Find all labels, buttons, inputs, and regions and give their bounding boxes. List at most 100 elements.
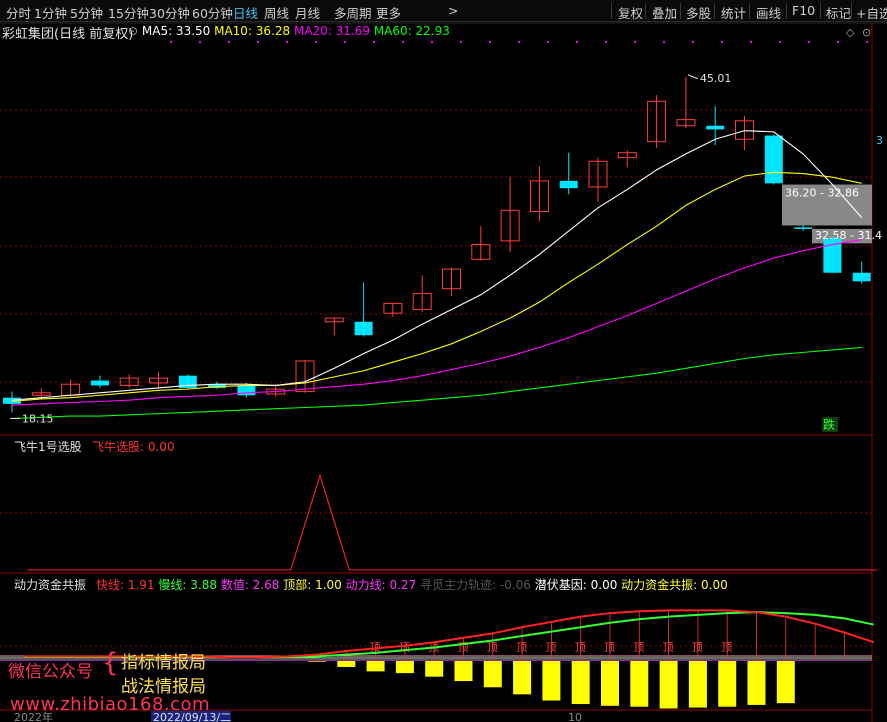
period-tab-8[interactable]: 月线 [295, 3, 320, 22]
right-price-label: 3 [876, 134, 883, 147]
dongli-bar [425, 661, 444, 677]
gap-label-2: 32.58 - 31.4 [815, 229, 882, 242]
period-tab-7[interactable]: 周线 [264, 3, 289, 22]
toolbar-separator [820, 3, 821, 19]
wechat-label: 微信公众号 [8, 662, 93, 682]
tool-button-7[interactable]: +自选 [856, 3, 887, 22]
top-marker-dot [779, 41, 781, 43]
top-marker-label: 顶 [721, 641, 732, 654]
top-marker-dot [402, 41, 404, 43]
period-tab-3[interactable]: 15分钟 [108, 3, 149, 22]
chart-area: ◇ ⊙ 45.01 18.15 36.20 - 32.86 32.58 - 31.4 跌 3 顶… [0, 22, 887, 722]
tool-button-0[interactable]: 复权 [618, 3, 643, 22]
period-tab-5[interactable]: 60分钟 [192, 3, 233, 22]
candle-body [852, 272, 871, 282]
xaxis-label-2: 10 [568, 711, 582, 722]
top-marker-dot [489, 41, 491, 43]
top-marker-dot [460, 41, 462, 43]
tool-button-2[interactable]: 多股 [686, 3, 711, 22]
toolbar-separator [786, 3, 787, 19]
top-marker-dot [228, 41, 230, 43]
feiniu-line [27, 473, 877, 571]
tool-button-4[interactable]: 画线 [756, 3, 781, 22]
top-marker-label: 顶 [692, 641, 703, 654]
ma-label-3: MA60: 22.93 [373, 24, 450, 38]
dongli-bar [659, 661, 678, 709]
dongli-bar [366, 661, 385, 672]
toolbar-separator [851, 3, 852, 19]
dongli-bar [688, 661, 707, 708]
dongli-bar [513, 661, 532, 695]
top-marker-dot [547, 41, 549, 43]
dongli-bar [454, 661, 473, 682]
top-marker-label: 顶 [575, 641, 586, 654]
top-marker-dot [750, 41, 752, 43]
ma-label-2: MA20: 31.69 [293, 24, 374, 38]
candle-body [794, 227, 813, 229]
dongli-bar [571, 661, 590, 705]
gap-label-1: 36.20 - 32.86 [785, 187, 859, 200]
dongli-bar [308, 661, 326, 662]
feiniu-label: 飞牛选股: 0.00 [92, 440, 175, 454]
candle-body [559, 180, 578, 189]
top-marker-dot [315, 41, 317, 43]
top-marker-dot [373, 41, 375, 43]
dongli-label-2: 数值: 2.68 [220, 578, 284, 592]
top-marker-dot [257, 41, 259, 43]
top-marker-dot [634, 41, 636, 43]
tool-button-6[interactable]: 标记 [826, 3, 851, 22]
top-marker-dot [837, 41, 839, 43]
dongli-bar [483, 661, 502, 688]
brace-glyph: { [102, 648, 119, 678]
candle-body [354, 321, 373, 336]
top-marker-dot [692, 41, 694, 43]
top-marker-dot [866, 41, 868, 43]
ma20-line [11, 239, 862, 406]
tool-button-5[interactable]: F10 [792, 3, 815, 18]
watermark-line-a: 指标情报局 [121, 653, 206, 673]
top-marker-label: 顶 [545, 641, 556, 654]
signal-label: 跌 [823, 417, 835, 432]
dongli-label-0: 快线: 1.91 [96, 578, 159, 592]
stock-name: 彩虹集团(日线 前复权) [2, 27, 134, 42]
period-tab-6[interactable]: 日线 [233, 3, 258, 22]
period-tab-9[interactable]: 多周期 [334, 3, 372, 22]
period-tab-0[interactable]: 分时 [6, 3, 31, 22]
ma-label-0: MA5: 33.50 [141, 24, 215, 38]
diamond-icon: ◇ [846, 26, 855, 39]
toolbar-separator [645, 3, 646, 19]
top-marker-dot [663, 41, 665, 43]
dongli-label-6: 潜伏基因: 0.00 [534, 578, 622, 592]
top-marker-label: 顶 [516, 641, 527, 654]
dongli-label-7: 动力资金共振: 0.00 [621, 578, 728, 592]
ma-toggle-icon[interactable]: ⊙ [128, 24, 142, 38]
ma-legend: ⊙ MA5: 33.50 MA10: 36.28 MA20: 31.69 MA6… [128, 24, 450, 38]
top-marker-dot [431, 41, 433, 43]
low-price-label: 18.15 [22, 412, 54, 425]
dongli-bar [776, 661, 795, 704]
period-tab-4[interactable]: 30分钟 [149, 3, 190, 22]
top-marker-label: 顶 [487, 641, 498, 654]
dongli-bar [601, 661, 619, 706]
top-marker-dot [199, 41, 201, 43]
dongli-bar [395, 661, 414, 674]
dongli-legend: 快线: 1.91 慢线: 3.88 数值: 2.68 顶部: 1.00 动力线:… [96, 576, 728, 593]
top-marker-dot [518, 41, 520, 43]
dongli-bar [747, 661, 766, 705]
dongli-bar [718, 661, 737, 707]
more-arrow-icon[interactable]: > [448, 3, 458, 18]
toolbar-separator [680, 3, 681, 19]
tool-button-3[interactable]: 统计 [721, 3, 746, 22]
dongli-bar [542, 661, 561, 701]
ma60-line [11, 346, 862, 420]
dongli-title: 动力资金共振 [14, 578, 87, 592]
candle-body [706, 125, 725, 130]
top-marker-dot [576, 41, 578, 43]
top-marker-dot [721, 41, 723, 43]
period-tab-2[interactable]: 5分钟 [70, 3, 103, 22]
top-marker-dot [344, 41, 346, 43]
period-tab-1[interactable]: 1分钟 [34, 3, 67, 22]
toolbar-separator [714, 3, 715, 19]
period-tab-10[interactable]: 更多 [376, 3, 401, 22]
tool-button-1[interactable]: 叠加 [652, 3, 677, 22]
